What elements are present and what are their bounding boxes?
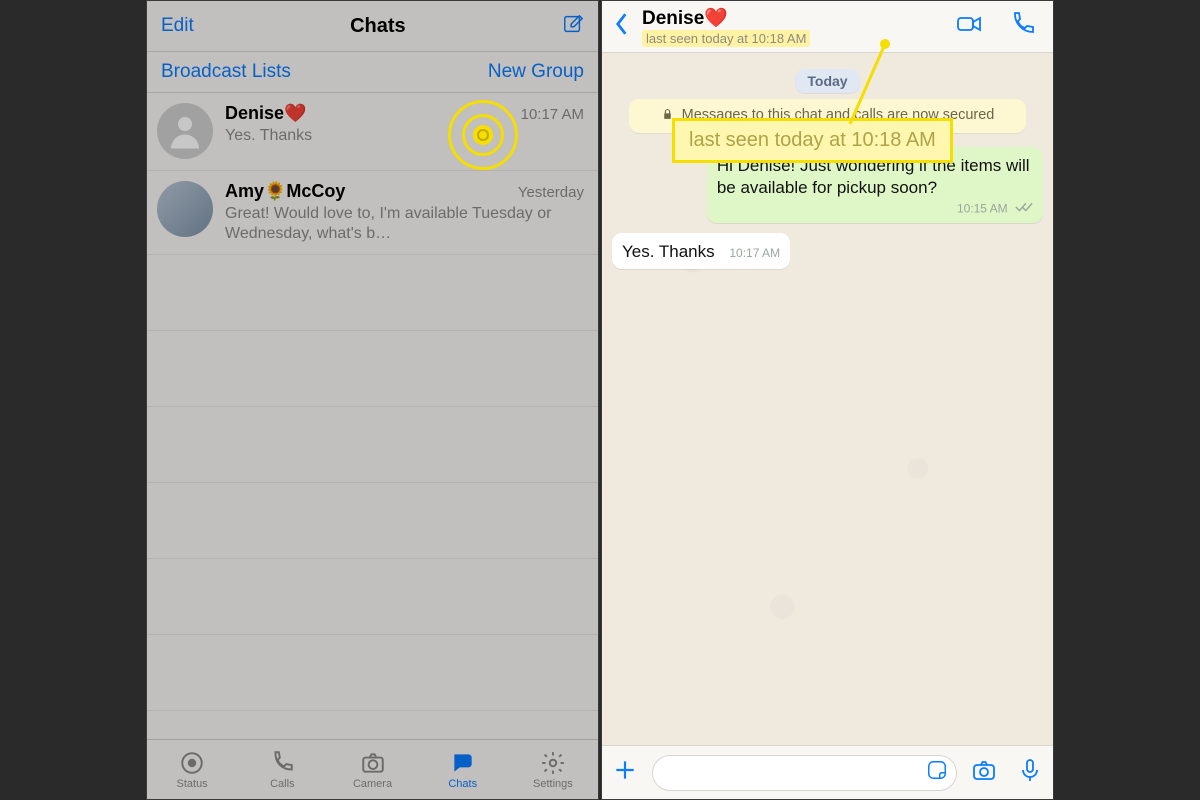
video-call-icon[interactable]: [955, 10, 983, 43]
chat-time: Yesterday: [518, 184, 584, 201]
chat-list: Denise❤️ 10:17 AM Yes. Thanks Amy🌻McCoy …: [147, 93, 598, 787]
lock-icon: [661, 108, 674, 125]
edit-button[interactable]: Edit: [161, 15, 194, 37]
tab-label: Camera: [353, 778, 392, 790]
message-input-bar: [602, 745, 1053, 799]
chats-subheader: Broadcast Lists New Group: [147, 51, 598, 93]
avatar-photo: [157, 181, 213, 237]
chat-row-empty: [147, 635, 598, 711]
tab-label: Calls: [270, 778, 294, 790]
encryption-text: Messages to this chat and calls are now …: [682, 107, 995, 123]
chat-row-empty: [147, 331, 598, 407]
last-seen-text: last seen today at 10:18 AM: [642, 30, 810, 47]
tab-status[interactable]: Status: [147, 740, 237, 799]
sticker-icon[interactable]: [926, 759, 948, 786]
chat-name: Denise❤️: [225, 103, 306, 124]
conversation-header: Denise❤️ last seen today at 10:18 AM: [602, 1, 1053, 53]
tab-label: Status: [177, 778, 208, 790]
conversation-name[interactable]: Denise❤️: [642, 6, 955, 30]
tab-camera[interactable]: Camera: [327, 740, 417, 799]
chats-title: Chats: [350, 15, 406, 38]
tab-bar: Status Calls Camera Chats Settings: [147, 739, 598, 799]
chat-row[interactable]: Denise❤️ 10:17 AM Yes. Thanks: [147, 93, 598, 171]
message-bubble-out[interactable]: Hi Denise! Just wondering if the items w…: [707, 147, 1043, 223]
message-time: 10:17 AM: [729, 246, 780, 261]
tab-chats[interactable]: Chats: [418, 740, 508, 799]
message-text: Yes. Thanks: [622, 242, 715, 261]
chat-name: Amy🌻McCoy: [225, 181, 345, 202]
read-receipt-icon: [1015, 201, 1033, 217]
chat-row-empty: [147, 483, 598, 559]
compose-icon[interactable]: [562, 13, 584, 40]
chat-row-empty: [147, 255, 598, 331]
message-input[interactable]: [652, 755, 957, 791]
tab-label: Settings: [533, 778, 573, 790]
broadcast-lists-link[interactable]: Broadcast Lists: [161, 61, 291, 83]
message-text: Hi Denise! Just wondering if the items w…: [717, 156, 1030, 197]
message-bubble-in[interactable]: Yes. Thanks 10:17 AM: [612, 233, 790, 269]
mic-icon[interactable]: [1017, 757, 1043, 788]
chat-row-empty: [147, 407, 598, 483]
attach-icon[interactable]: [612, 757, 638, 788]
chat-time: 10:17 AM: [521, 106, 584, 123]
chat-preview: Great! Would love to, I'm available Tues…: [225, 204, 584, 244]
tab-settings[interactable]: Settings: [508, 740, 598, 799]
chat-preview: Yes. Thanks: [225, 126, 584, 146]
chats-header: Edit Chats: [147, 1, 598, 51]
avatar-placeholder-icon: [157, 103, 213, 159]
conversation-body[interactable]: Today Messages to this chat and calls ar…: [602, 53, 1053, 745]
conversation-screen: Denise❤️ last seen today at 10:18 AM Tod…: [601, 0, 1054, 800]
message-time: 10:15 AM: [957, 201, 1008, 215]
back-icon[interactable]: [612, 11, 630, 42]
date-pill: Today: [795, 69, 859, 93]
chat-row-empty: [147, 559, 598, 635]
encryption-banner: Messages to this chat and calls are now …: [629, 99, 1026, 133]
chat-row[interactable]: Amy🌻McCoy Yesterday Great! Would love to…: [147, 171, 598, 255]
tab-label: Chats: [448, 778, 477, 790]
tab-calls[interactable]: Calls: [237, 740, 327, 799]
new-group-link[interactable]: New Group: [488, 61, 584, 83]
voice-call-icon[interactable]: [1009, 10, 1037, 43]
camera-icon[interactable]: [971, 757, 997, 788]
chats-list-screen: Edit Chats Broadcast Lists New Group Den…: [146, 0, 599, 800]
